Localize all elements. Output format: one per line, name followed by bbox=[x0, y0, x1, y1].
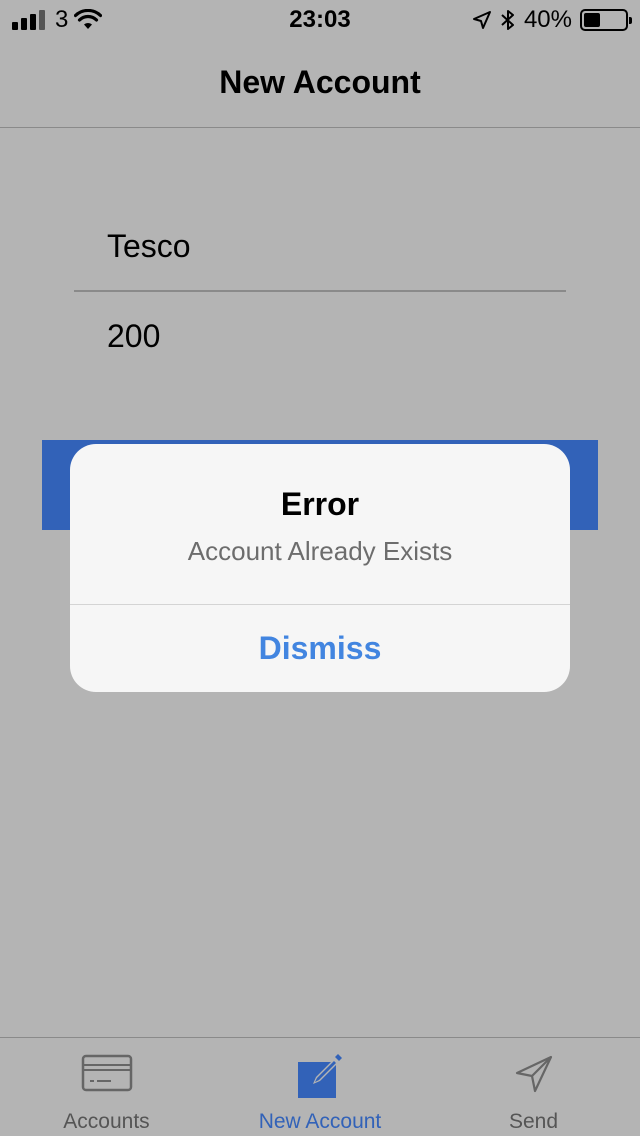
tab-accounts[interactable]: Accounts bbox=[0, 1038, 213, 1136]
battery-percentage: 40% bbox=[523, 6, 572, 33]
navigation-bar: New Account bbox=[0, 40, 640, 128]
page-title: New Account bbox=[219, 64, 421, 100]
card-icon bbox=[81, 1054, 132, 1092]
location-arrow-icon bbox=[472, 11, 491, 29]
tab-send[interactable]: Send bbox=[427, 1038, 640, 1136]
error-alert: Error Account Already Exists Dismiss bbox=[70, 444, 570, 692]
alert-title: Error bbox=[280, 486, 360, 522]
screen: 3 23:03 40% New Account Tesco 200 Error … bbox=[0, 0, 640, 1136]
tab-bar: Accounts New Account Send bbox=[0, 1037, 640, 1136]
send-icon bbox=[515, 1055, 552, 1093]
tab-accounts-label: Accounts bbox=[63, 1110, 150, 1133]
status-bar: 3 23:03 40% bbox=[0, 0, 640, 40]
battery-fill bbox=[584, 13, 600, 27]
battery-icon bbox=[580, 9, 632, 31]
field-divider bbox=[74, 290, 566, 292]
status-right: 40% bbox=[472, 6, 632, 34]
compose-icon bbox=[298, 1054, 342, 1098]
bluetooth-icon bbox=[501, 10, 514, 30]
tab-new-account[interactable]: New Account bbox=[213, 1038, 427, 1136]
tab-new-account-label: New Account bbox=[258, 1110, 382, 1133]
alert-message: Account Already Exists bbox=[187, 536, 453, 566]
amount-field[interactable]: 200 bbox=[107, 318, 160, 355]
tab-send-label: Send bbox=[508, 1110, 559, 1133]
account-name-field[interactable]: Tesco bbox=[107, 228, 191, 265]
dismiss-button[interactable]: Dismiss bbox=[70, 605, 570, 692]
